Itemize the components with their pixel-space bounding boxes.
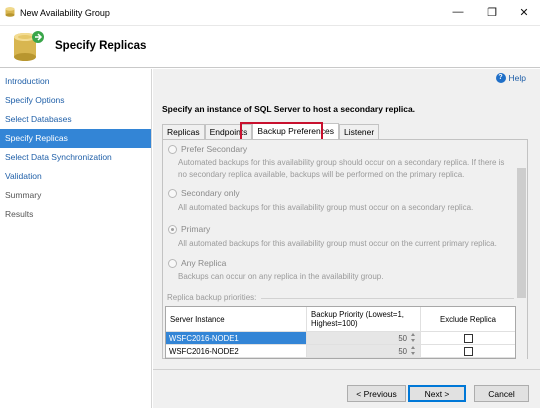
wizard-sidebar: Introduction Specify Options Select Data… xyxy=(0,69,152,408)
close-button[interactable]: ✕ xyxy=(510,2,538,22)
spinner-icon[interactable] xyxy=(410,345,416,356)
server-instance-cell[interactable]: WSFC2016-NODE2 xyxy=(166,345,307,357)
next-button[interactable]: Next > xyxy=(408,385,466,402)
window-titlebar: New Availability Group — ❐ ✕ xyxy=(0,0,540,26)
tab-replicas[interactable]: Replicas xyxy=(162,124,205,139)
table-row[interactable]: WSFC2016-NODE2 50 xyxy=(166,345,515,358)
secondary-only-label: Secondary only xyxy=(181,188,240,198)
backup-priority-cell[interactable]: 50 xyxy=(307,332,421,344)
sidebar-item-select-data-synchronization[interactable]: Select Data Synchronization xyxy=(0,148,151,167)
server-instance-cell[interactable]: WSFC2016-NODE1 xyxy=(166,332,307,344)
scrollbar-thumb[interactable] xyxy=(517,168,526,298)
wizard-footer: < Previous Next > Cancel xyxy=(153,369,540,408)
exclude-replica-checkbox[interactable] xyxy=(463,333,473,343)
app-icon xyxy=(5,7,15,17)
wizard-header: Specify Replicas xyxy=(0,26,540,68)
prefer-secondary-radio[interactable] xyxy=(168,144,177,154)
restore-button[interactable]: ❐ xyxy=(478,2,506,22)
replica-priority-grid: Server Instance Backup Priority (Lowest=… xyxy=(165,306,516,359)
option-primary[interactable]: Primary xyxy=(168,224,210,234)
priorities-label: Replica backup priorities: xyxy=(167,293,260,302)
minimize-button[interactable]: — xyxy=(444,2,472,22)
panel-scrollbar[interactable] xyxy=(516,164,527,359)
help-label: Help xyxy=(508,73,526,83)
sidebar-item-validation[interactable]: Validation xyxy=(0,167,151,186)
backup-priority-cell[interactable]: 50 xyxy=(307,345,421,357)
table-row[interactable]: WSFC2016-NODE1 50 xyxy=(166,332,515,345)
previous-button[interactable]: < Previous xyxy=(347,385,406,402)
page-title: Specify Replicas xyxy=(55,40,147,52)
prefer-secondary-description: Automated backups for this availability … xyxy=(178,158,505,179)
instruction-text: Specify an instance of SQL Server to hos… xyxy=(162,104,416,114)
exclude-replica-cell xyxy=(421,345,515,357)
primary-label: Primary xyxy=(181,224,211,234)
option-secondary-only[interactable]: Secondary only xyxy=(168,188,240,198)
sidebar-item-introduction[interactable]: Introduction xyxy=(0,72,151,91)
backup-preferences-panel: Prefer Secondary Automated backups for t… xyxy=(162,139,528,359)
secondary-only-radio[interactable] xyxy=(168,188,177,198)
option-any-replica[interactable]: Any Replica xyxy=(168,258,226,268)
sidebar-item-specify-options[interactable]: Specify Options xyxy=(0,91,151,110)
window-title: New Availability Group xyxy=(20,8,110,18)
any-replica-label: Any Replica xyxy=(181,258,227,268)
sidebar-item-results: Results xyxy=(5,209,34,219)
priorities-divider xyxy=(261,298,514,299)
sidebar-item-summary: Summary xyxy=(5,190,42,200)
primary-description: All automated backups for this availabil… xyxy=(178,239,497,248)
cancel-button[interactable]: Cancel xyxy=(474,385,529,402)
secondary-only-description: All automated backups for this availabil… xyxy=(178,203,474,212)
main-content: ? Help Specify an instance of SQL Server… xyxy=(153,69,540,369)
primary-radio[interactable] xyxy=(168,224,177,234)
any-replica-description: Backups can occur on any replica in the … xyxy=(178,272,384,281)
option-prefer-secondary[interactable]: Prefer Secondary xyxy=(168,144,247,154)
priority-value[interactable]: 50 xyxy=(398,347,407,356)
exclude-replica-cell xyxy=(421,332,515,344)
spinner-icon[interactable] xyxy=(410,332,416,343)
priority-value[interactable]: 50 xyxy=(398,334,407,343)
tab-listener[interactable]: Listener xyxy=(338,124,380,139)
header-backup-priority: Backup Priority (Lowest=1, Highest=100) xyxy=(307,307,421,331)
grid-header-row: Server Instance Backup Priority (Lowest=… xyxy=(166,307,515,332)
any-replica-radio[interactable] xyxy=(168,258,177,268)
exclude-replica-checkbox[interactable] xyxy=(463,346,473,356)
sidebar-item-specify-replicas[interactable]: Specify Replicas xyxy=(0,129,151,148)
header-exclude-replica: Exclude Replica xyxy=(440,314,496,324)
header-server-instance: Server Instance xyxy=(166,307,307,331)
help-link[interactable]: ? Help xyxy=(495,73,526,83)
help-icon: ? xyxy=(495,73,506,83)
sidebar-item-select-databases[interactable]: Select Databases xyxy=(0,110,151,129)
database-wizard-icon xyxy=(14,31,44,61)
prefer-secondary-label: Prefer Secondary xyxy=(181,144,248,154)
